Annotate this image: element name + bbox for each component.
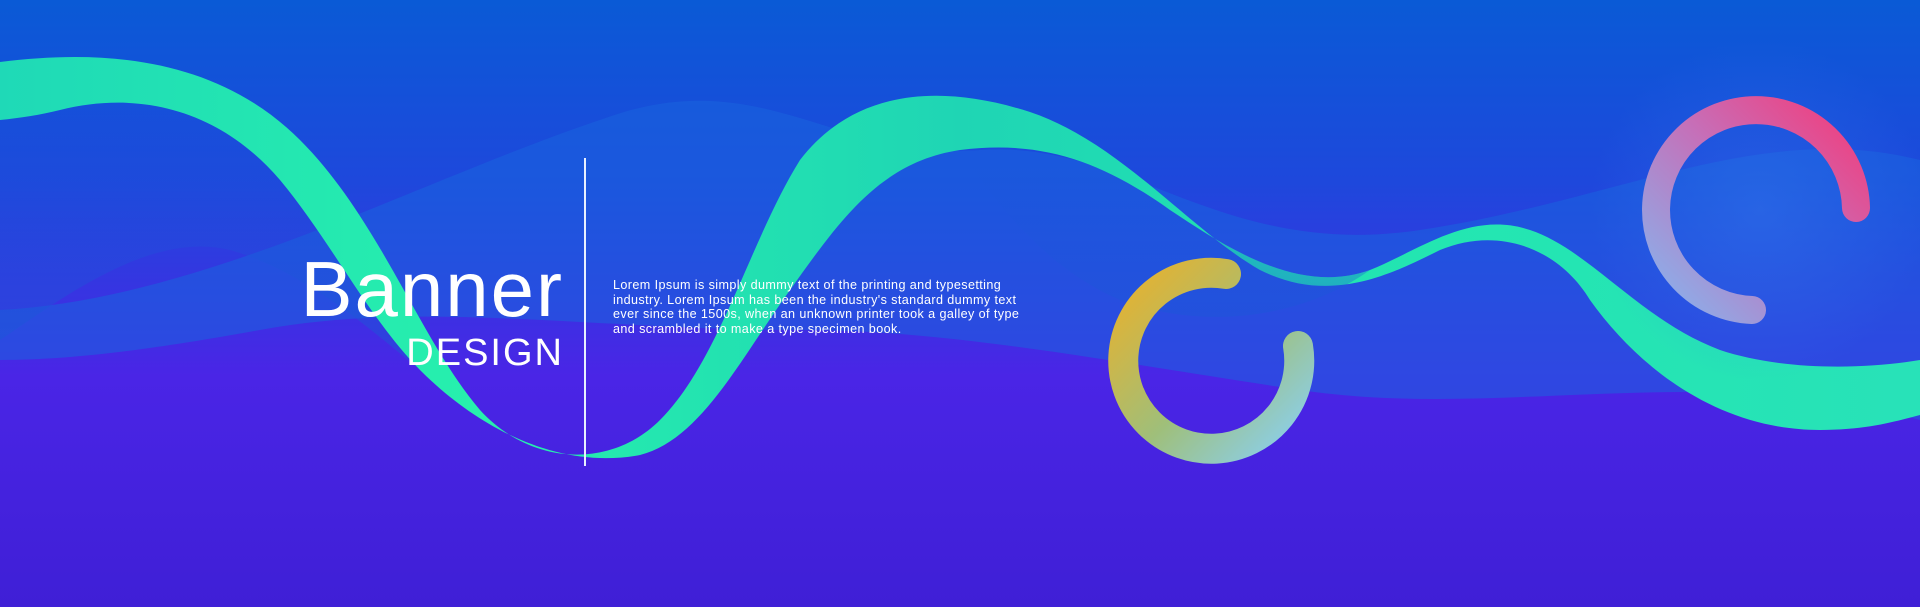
banner-title: Banner [300, 245, 564, 333]
banner-subtitle: DESIGN [406, 332, 564, 374]
vertical-divider [584, 158, 586, 466]
banner-title-block: Banner DESIGN [300, 250, 564, 374]
banner-body-text: Lorem Ipsum is simply dummy text of the … [613, 278, 1020, 336]
banner: Banner DESIGN Lorem Ipsum is simply dumm… [0, 0, 1920, 607]
